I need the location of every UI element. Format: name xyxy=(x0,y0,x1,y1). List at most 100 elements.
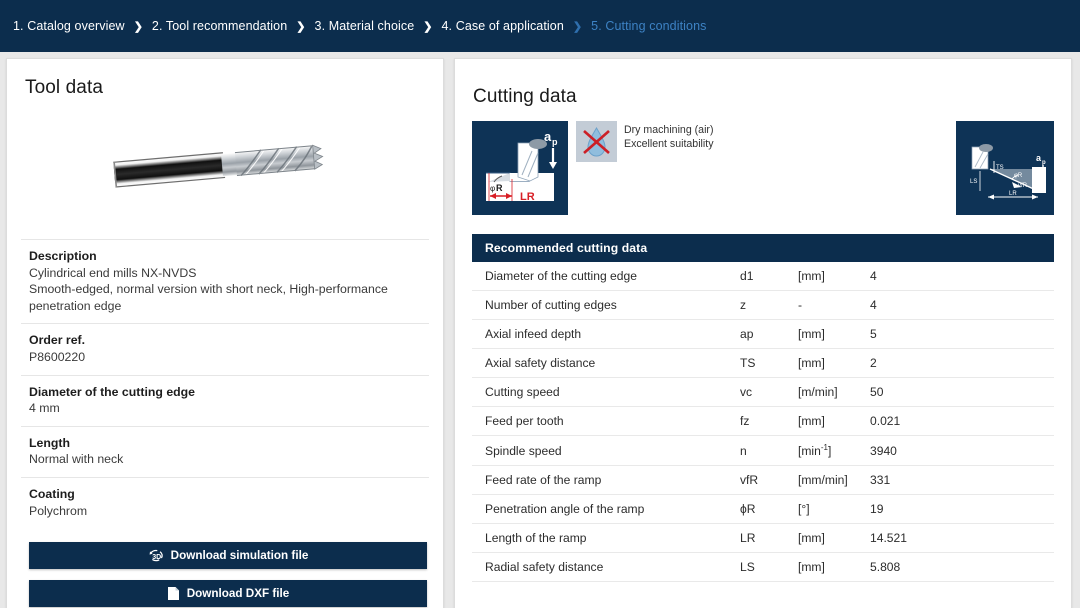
tool-actions: 3D Download simulation file Download DXF f… xyxy=(29,542,427,608)
cutting-row-symbol: d1 xyxy=(740,262,798,291)
dry-machining-line2: Excellent suitability xyxy=(624,137,714,150)
cutting-row-value: 5.808 xyxy=(870,552,1054,583)
cutting-row-name: Axial infeed depth xyxy=(472,319,740,349)
tool-spec-list: Description Cylindrical end mills NX-NVDS… xyxy=(21,239,429,528)
svg-text:R: R xyxy=(496,183,503,193)
action-button-label: Download simulation file xyxy=(170,549,309,563)
tool-spec-value: P8600220 xyxy=(29,349,86,364)
breadcrumb-item-2[interactable]: 2. Tool recommendation xyxy=(152,19,287,33)
cutting-data-panel: Cutting data a p φ R LR Dry machining (a… xyxy=(454,58,1072,608)
cutting-row-symbol: z xyxy=(740,290,798,320)
tool-spec-value: Polychrom xyxy=(29,503,88,518)
cutting-row-value: 3940 xyxy=(870,435,1054,467)
cutting-row-name: Diameter of the cutting edge xyxy=(472,262,740,291)
cutting-row-name: Feed rate of the ramp xyxy=(472,465,740,496)
cutting-row-unit: [mm] xyxy=(798,262,870,291)
breadcrumb-separator: ❯ xyxy=(133,20,143,33)
breadcrumb-item-5[interactable]: 5. Cutting conditions xyxy=(591,19,706,33)
cutting-row-symbol: LS xyxy=(740,552,798,583)
page-body: Tool data Description Cylindrical end mi… xyxy=(0,52,1080,608)
dry-machining-label: Dry machining (air) Excellent suitabilit… xyxy=(624,124,714,151)
cutting-row-symbol: ϕR xyxy=(740,494,798,525)
svg-text:TS: TS xyxy=(996,165,1004,171)
table-row: Axial infeed depth ap [mm] 5 xyxy=(472,319,1054,349)
cutting-data-table-wrap: Recommended cutting data Diameter of the… xyxy=(472,234,1054,583)
tool-spec-label: Description xyxy=(29,249,97,263)
cutting-row-symbol: LR xyxy=(740,523,798,554)
tool-image xyxy=(7,105,443,225)
table-row: Feed per tooth fz [mm] 0.021 xyxy=(472,406,1054,436)
svg-text:φ: φ xyxy=(490,184,495,193)
cutting-row-symbol: n xyxy=(740,435,798,467)
cutting-row-value: 14.521 xyxy=(870,523,1054,554)
breadcrumb-item-4[interactable]: 4. Case of application xyxy=(442,19,564,33)
cutting-row-name: Feed per tooth xyxy=(472,406,740,436)
tool-spec-value: 4 mm xyxy=(29,401,60,416)
cutting-row-unit: [mm] xyxy=(798,348,870,378)
cutting-row-value: 2 xyxy=(870,348,1054,378)
cutting-icon-row: a p φ R LR Dry machining (air) Excellent… xyxy=(472,121,1071,217)
download-simulation-file-button[interactable]: 3D Download simulation file xyxy=(29,542,427,570)
breadcrumb-item-3[interactable]: 3. Material choice xyxy=(315,19,415,33)
tool-spec-label: Diameter of the cutting edge xyxy=(29,384,196,399)
document-icon xyxy=(167,586,180,601)
dry-machining-line1: Dry machining (air) xyxy=(624,124,714,136)
cutting-row-symbol: vfR xyxy=(740,465,798,496)
ramp-geometry-diagram-icon: TS LS φR vfR a p LR xyxy=(956,121,1054,215)
tool-data-panel: Tool data Description Cylindrical end mi… xyxy=(6,58,444,608)
table-row: Axial safety distance TS [mm] 2 xyxy=(472,348,1054,378)
cutting-data-title: Cutting data xyxy=(473,86,577,107)
cutting-row-unit: [mm] xyxy=(798,406,870,436)
tool-spec-row: Length Normal with neck xyxy=(21,425,429,477)
table-row: Feed rate of the ramp vfR [mm/min] 331 xyxy=(472,465,1054,496)
cutting-row-unit: - xyxy=(798,290,870,320)
cutting-row-symbol: vc xyxy=(740,377,798,407)
cutting-row-value: 5 xyxy=(870,319,1054,349)
breadcrumb-separator: ❯ xyxy=(423,20,433,33)
cutting-row-unit: [mm] xyxy=(798,319,870,349)
cutting-row-name: Penetration angle of the ramp xyxy=(472,494,740,525)
tool-spec-row: Order ref. P8600220 xyxy=(21,323,429,374)
cutting-row-symbol: TS xyxy=(740,348,798,378)
tool-spec-row: Diameter of the cutting edge 4 mm xyxy=(21,374,429,426)
table-row: Penetration angle of the ramp ϕR [°] 19 xyxy=(472,494,1054,525)
table-row: Radial safety distance LS [mm] 5.808 xyxy=(472,552,1054,583)
tool-spec-label: Length xyxy=(29,435,70,450)
ramp-milling-diagram-icon: a p φ R LR xyxy=(472,121,568,215)
cutting-table-header: Recommended cutting data xyxy=(472,234,1054,262)
cutting-row-unit: [°] xyxy=(798,494,870,525)
breadcrumb-item-1[interactable]: 1. Catalog overview xyxy=(13,19,125,33)
cutting-row-value: 19 xyxy=(870,494,1054,525)
tool-spec-row: Coating Polychrom xyxy=(21,476,429,528)
breadcrumb: 1. Catalog overview ❯ 2. Tool recommendati… xyxy=(0,0,1080,52)
cutting-row-name: Axial safety distance xyxy=(472,348,740,378)
cutting-row-name: Radial safety distance xyxy=(472,552,740,583)
cutting-row-symbol: fz xyxy=(740,406,798,436)
table-row: Number of cutting edges z -4 xyxy=(472,290,1054,320)
table-row: Length of the ramp LR [mm] 14.521 xyxy=(472,523,1054,554)
breadcrumb-separator: ❯ xyxy=(296,20,306,33)
tool-spec-value: Cylindrical end mills NX-NVDS xyxy=(29,265,197,280)
cutting-row-value: 331 xyxy=(870,465,1054,496)
action-button-label: Download DXF file xyxy=(186,587,290,601)
cutting-row-value: 4 xyxy=(870,290,1054,320)
no-coolant-dry-machining-icon xyxy=(576,121,617,162)
tool-spec-value: Normal with neck xyxy=(29,452,124,467)
cutting-row-value: 50 xyxy=(870,377,1054,407)
cutting-row-symbol: ap xyxy=(740,319,798,349)
svg-text:3D: 3D xyxy=(152,553,161,560)
svg-text:p: p xyxy=(552,137,558,147)
table-row: Diameter of the cutting edge d1 [mm] 4 xyxy=(472,262,1054,291)
svg-text:LS: LS xyxy=(970,179,977,185)
cutting-row-value: 0.021 xyxy=(870,406,1054,436)
tool-data-title: Tool data xyxy=(25,77,104,98)
download-dxf-file-button[interactable]: Download DXF file xyxy=(29,580,427,608)
cutting-row-value: 4 xyxy=(870,262,1054,291)
table-row: Cutting speed vc [m/min] 50 xyxy=(472,377,1054,407)
cutting-row-name: Number of cutting edges xyxy=(472,290,740,320)
svg-text:a: a xyxy=(544,129,552,144)
tool-spec-label: Coating xyxy=(29,486,75,501)
breadcrumb-separator: ❯ xyxy=(572,20,583,33)
cutting-row-name: Spindle speed xyxy=(472,435,740,467)
cutting-row-unit: [m/min] xyxy=(798,377,870,407)
